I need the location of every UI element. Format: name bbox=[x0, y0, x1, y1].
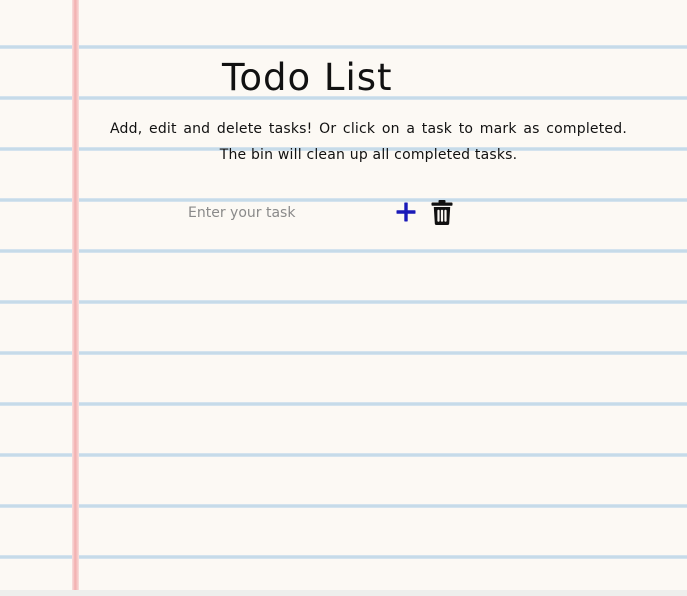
notebook-margin-line bbox=[72, 0, 79, 590]
page-bottom-edge bbox=[0, 590, 687, 596]
page-title: Todo List bbox=[222, 56, 393, 99]
add-task-button[interactable] bbox=[394, 200, 418, 224]
instructions-text: Add, edit and delete tasks! Or click on … bbox=[110, 121, 627, 163]
plus-icon bbox=[394, 200, 418, 224]
trash-icon bbox=[430, 199, 454, 226]
task-input[interactable] bbox=[184, 200, 392, 226]
clear-completed-button[interactable] bbox=[430, 199, 454, 226]
